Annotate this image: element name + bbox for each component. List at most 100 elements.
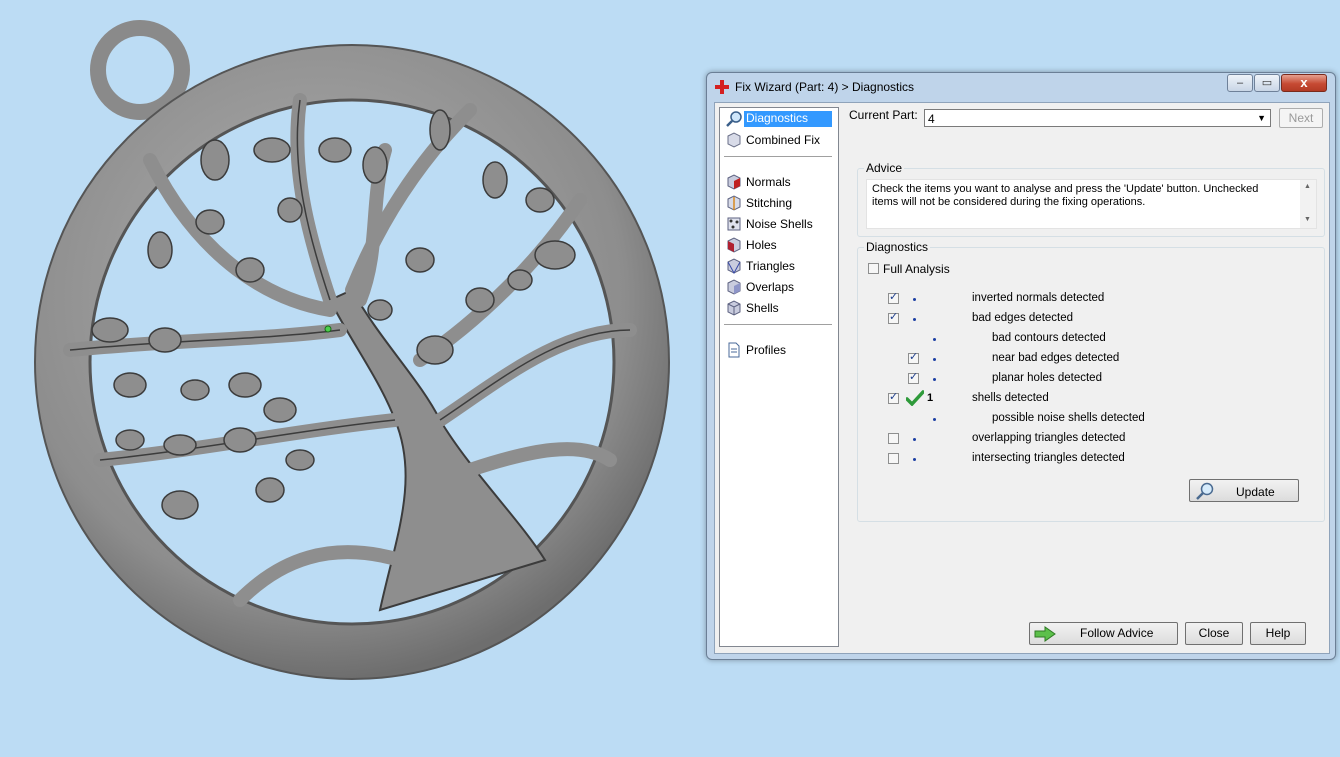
update-label: Update <box>1236 485 1275 499</box>
diag-row-label: inverted normals detected <box>972 292 1105 304</box>
nav-item-holes[interactable]: Holes <box>724 236 834 254</box>
advice-scrollbar[interactable]: ▲ ▼ <box>1300 180 1316 228</box>
triangles-cube-icon <box>727 258 741 274</box>
nav-label: Triangles <box>746 259 795 273</box>
inverted-normals-checkbox[interactable]: ✓ <box>888 291 899 304</box>
current-part-value: 4 <box>928 112 935 126</box>
update-button[interactable]: Update <box>1189 479 1299 502</box>
bullet-icon <box>913 298 916 301</box>
check-mark-icon: ✓ <box>889 311 899 323</box>
dialog-client-area: Diagnostics Combined Fix Normals Stitchi… <box>714 102 1330 654</box>
diag-row-label: bad edges detected <box>972 312 1074 324</box>
minimize-button[interactable]: ‒ <box>1227 74 1253 92</box>
green-check-icon <box>906 390 924 406</box>
nav-item-noise-shells[interactable]: Noise Shells <box>724 215 834 233</box>
nav-item-stitching[interactable]: Stitching <box>724 194 834 212</box>
diagnostics-title: Diagnostics <box>864 240 931 254</box>
shells-checkbox[interactable]: ✓ <box>888 391 899 404</box>
3d-viewport[interactable] <box>0 0 700 754</box>
nav-label: Shells <box>746 301 779 315</box>
bullet-icon <box>913 318 916 321</box>
document-icon <box>728 342 740 358</box>
pendant-model <box>34 20 670 680</box>
advice-textbox[interactable]: Check the items you want to analyse and … <box>866 179 1317 229</box>
noise-shells-icon <box>727 217 741 231</box>
check-mark-icon: ✓ <box>889 291 899 303</box>
diag-row-label: shells detected <box>972 392 1049 404</box>
bullet-icon <box>913 458 916 461</box>
follow-advice-button[interactable]: Follow Advice <box>1029 622 1178 645</box>
nav-label: Noise Shells <box>746 217 813 231</box>
diag-row-label: near bad edges detected <box>992 352 1120 364</box>
nav-label: Normals <box>746 175 791 189</box>
help-button[interactable]: Help <box>1250 622 1306 645</box>
nav-label: Overlaps <box>746 280 795 294</box>
bullet-icon <box>933 338 936 341</box>
nav-item-normals[interactable]: Normals <box>724 173 834 191</box>
shells-cube-icon <box>727 300 741 316</box>
nav-item-diagnostics[interactable]: Diagnostics <box>724 110 834 128</box>
nav-label: Stitching <box>746 196 793 210</box>
nav-item-shells[interactable]: Shells <box>724 299 834 317</box>
stitching-cube-icon <box>727 195 741 211</box>
maximize-button[interactable]: ▭ <box>1254 74 1280 92</box>
nav-separator <box>724 156 832 157</box>
advice-title: Advice <box>864 161 905 175</box>
planar-holes-checkbox[interactable]: ✓ <box>908 371 919 384</box>
scroll-up-icon: ▲ <box>1304 183 1311 190</box>
title-bar[interactable]: Fix Wizard (Part: 4) > Diagnostics ‒ ▭ x <box>707 73 1335 101</box>
chevron-down-icon: ▼ <box>1257 113 1266 123</box>
current-part-dropdown[interactable]: 4 ▼ <box>924 109 1271 127</box>
normals-cube-icon <box>727 174 741 190</box>
close-icon: x <box>1300 75 1308 90</box>
diag-row-label: intersecting triangles detected <box>972 452 1125 464</box>
current-part-label: Current Part: <box>849 108 918 122</box>
wizard-nav-panel: Diagnostics Combined Fix Normals Stitchi… <box>719 107 839 647</box>
pivot-marker <box>324 325 332 333</box>
diag-row-label: planar holes detected <box>992 372 1102 384</box>
follow-advice-label: Follow Advice <box>1080 626 1154 640</box>
magnifier-icon <box>1196 482 1214 500</box>
cube-icon <box>727 132 741 148</box>
nav-separator <box>724 324 832 325</box>
diagnostics-group: Diagnostics Full Analysis ✓ inverted nor… <box>857 240 1325 522</box>
diag-row-label: overlapping triangles detected <box>972 432 1126 444</box>
window-title: Fix Wizard (Part: 4) > Diagnostics <box>735 80 915 94</box>
diag-row-label: possible noise shells detected <box>992 412 1145 424</box>
shells-count: 1 <box>927 392 934 404</box>
holes-cube-icon <box>727 237 741 253</box>
nav-item-triangles[interactable]: Triangles <box>724 257 834 275</box>
near-bad-edges-checkbox[interactable]: ✓ <box>908 351 919 364</box>
check-mark-icon: ✓ <box>909 351 919 363</box>
overlaps-cube-icon <box>727 279 741 295</box>
bad-edges-checkbox[interactable]: ✓ <box>888 311 899 324</box>
nav-item-overlaps[interactable]: Overlaps <box>724 278 834 296</box>
next-button[interactable]: Next <box>1279 108 1323 128</box>
check-mark-icon: ✓ <box>909 371 919 383</box>
nav-item-profiles[interactable]: Profiles <box>724 341 834 359</box>
advice-group: Advice Check the items you want to analy… <box>857 161 1325 237</box>
intersecting-triangles-checkbox[interactable] <box>888 453 899 464</box>
diag-row-label: bad contours detected <box>992 332 1106 344</box>
red-cross-icon <box>715 80 729 94</box>
advice-text: Check the items you want to analyse and … <box>872 183 1259 208</box>
nav-label: Holes <box>746 238 777 252</box>
close-button[interactable]: Close <box>1185 622 1243 645</box>
full-analysis-checkbox[interactable] <box>868 263 879 274</box>
bullet-icon <box>933 418 936 421</box>
bullet-icon <box>933 358 936 361</box>
bullet-icon <box>913 438 916 441</box>
magnifier-icon <box>726 111 742 127</box>
full-analysis-label: Full Analysis <box>883 262 950 276</box>
check-mark-icon: ✓ <box>889 391 899 403</box>
minimize-icon: ‒ <box>1236 77 1244 89</box>
nav-item-combined-fix[interactable]: Combined Fix <box>724 131 834 149</box>
nav-label: Profiles <box>746 343 787 357</box>
loop-ring <box>90 20 190 120</box>
overlapping-triangles-checkbox[interactable] <box>888 433 899 444</box>
nav-label: Diagnostics <box>744 111 832 127</box>
close-window-button[interactable]: x <box>1281 74 1327 92</box>
scroll-down-icon: ▼ <box>1304 216 1311 223</box>
fix-wizard-dialog: Fix Wizard (Part: 4) > Diagnostics ‒ ▭ x… <box>706 72 1336 660</box>
nav-label: Combined Fix <box>746 133 821 147</box>
